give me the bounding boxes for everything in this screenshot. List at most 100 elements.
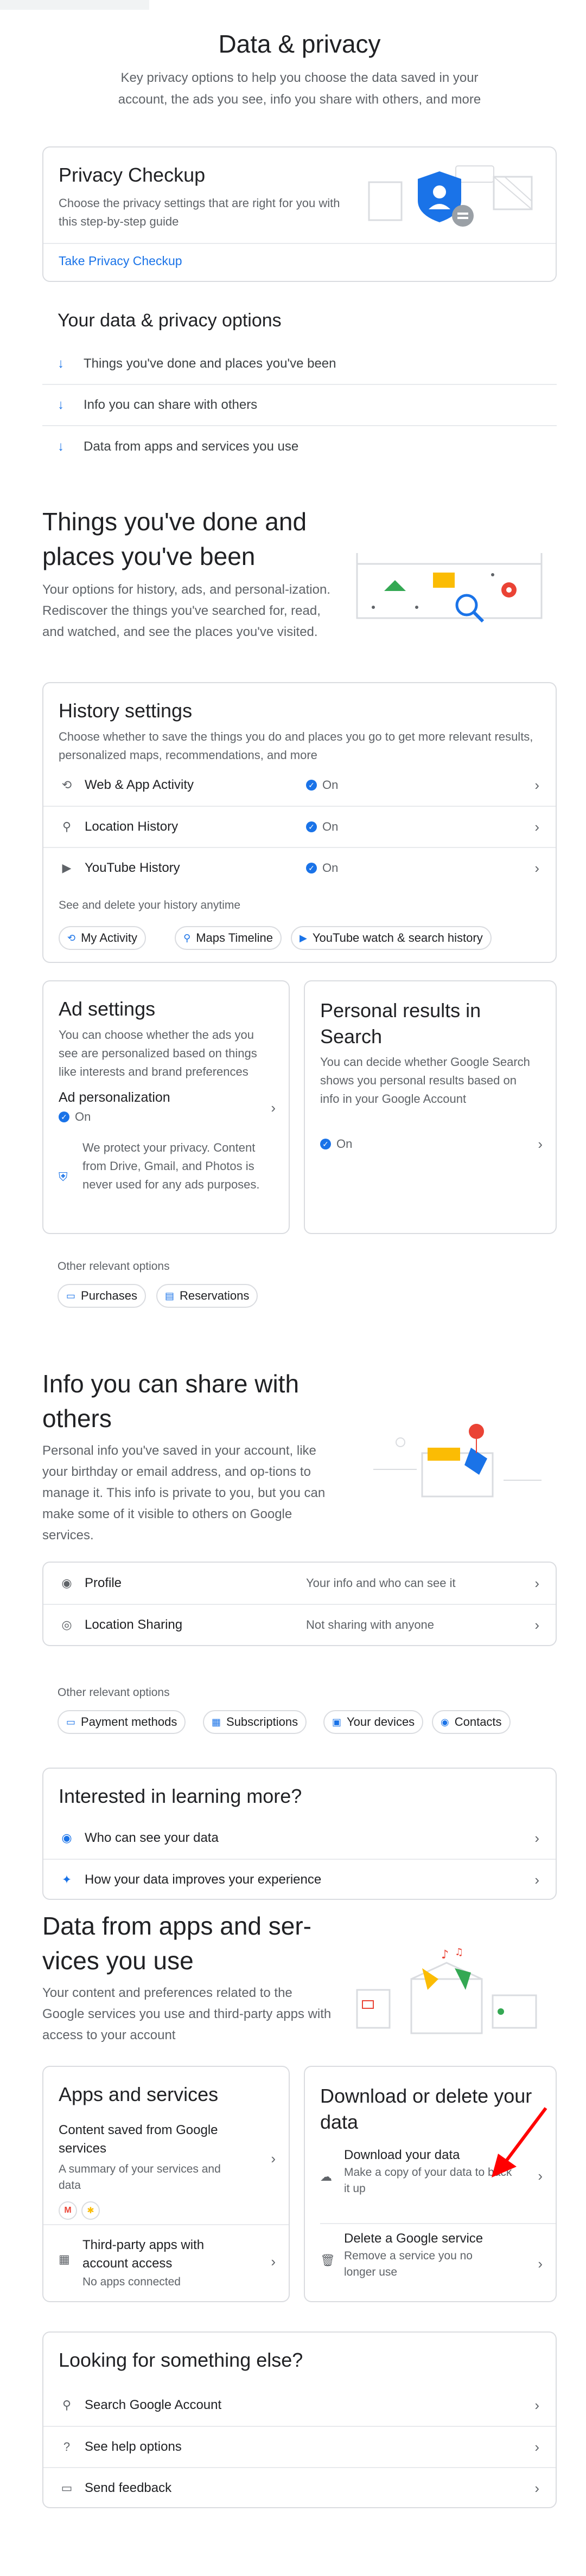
subscriptions-icon: ▦ bbox=[212, 1716, 221, 1727]
personal-results-card: Personal results in Search You can decid… bbox=[304, 980, 557, 1234]
ad-settings-title: Ad settings bbox=[59, 998, 156, 1020]
youtube-history-chip[interactable]: ▶ YouTube watch & search history bbox=[291, 926, 492, 950]
youtube-icon: ▶ bbox=[62, 861, 72, 875]
chevron-right-icon: › bbox=[534, 1829, 539, 1846]
ad-personalization-row[interactable]: Ad personalization ✓ On › bbox=[59, 1090, 276, 1128]
looking-item-label: See help options bbox=[85, 2439, 182, 2454]
info-section-description: Personal info you've saved in your accou… bbox=[42, 1443, 326, 1543]
profile-icon: ◉ bbox=[61, 1576, 72, 1590]
subscriptions-chip[interactable]: ▦ Subscriptions bbox=[203, 1710, 307, 1734]
check-icon: ✓ bbox=[320, 1139, 331, 1149]
chip-label: YouTube watch & search history bbox=[312, 931, 483, 945]
things-section-title: Things you've done and places you've bee… bbox=[42, 504, 346, 574]
maps-timeline-chip[interactable]: ⚲ Maps Timeline bbox=[175, 926, 282, 950]
search-account-row[interactable]: ⚲ Search Google Account › bbox=[43, 2385, 556, 2426]
ad-settings-card: Ad settings You can choose whether the a… bbox=[42, 980, 290, 1234]
things-section-description: Your options for history, ads, and perso… bbox=[42, 582, 330, 639]
profile-row[interactable]: ◉ Profile Your info and who can see it › bbox=[43, 1563, 556, 1604]
map-pin-icon: ⚲ bbox=[183, 932, 191, 943]
ad-privacy-note-text: We protect your privacy. Content from Dr… bbox=[82, 1141, 260, 1191]
apps-services-divider bbox=[43, 2224, 289, 2225]
location-sharing-row[interactable]: ◎ Location Sharing Not sharing with anyo… bbox=[43, 1604, 556, 1645]
apps-section-title: Data from apps and ser- vices you use bbox=[42, 1909, 346, 1978]
contacts-chip[interactable]: ◉ Contacts bbox=[432, 1710, 511, 1734]
info-section-title: Info you can share with others bbox=[42, 1366, 346, 1436]
chevron-right-icon: › bbox=[538, 2256, 543, 2272]
your-devices-chip[interactable]: ▣ Your devices bbox=[323, 1710, 424, 1734]
history-row-label: YouTube History bbox=[85, 860, 180, 875]
check-icon: ✓ bbox=[59, 1112, 69, 1122]
privacy-checkup-illustration bbox=[358, 155, 537, 236]
chevron-right-icon: › bbox=[534, 818, 539, 835]
option-things-done[interactable]: ↓ Things you've done and places you've b… bbox=[42, 344, 557, 385]
ad-settings-description: You can choose whether the ads you see a… bbox=[59, 1028, 257, 1078]
option-info-share[interactable]: ↓ Info you can share with others bbox=[42, 385, 557, 426]
option-label: Things you've done and places you've bee… bbox=[84, 356, 336, 371]
apps-grid-icon: ▦ bbox=[59, 2252, 70, 2266]
eye-icon: ◉ bbox=[61, 1831, 72, 1845]
chevron-right-icon: › bbox=[534, 2397, 539, 2413]
things-title-line1: Things you've done and bbox=[42, 508, 307, 536]
chip-label: Contacts bbox=[454, 1715, 502, 1729]
chevron-right-icon: › bbox=[534, 1575, 539, 1591]
top-bar bbox=[0, 0, 149, 10]
chip-label: Payment methods bbox=[81, 1715, 177, 1729]
contacts-icon: ◉ bbox=[441, 1716, 449, 1727]
annotation-arrow-icon bbox=[486, 2105, 551, 2181]
chevron-right-icon: › bbox=[534, 2479, 539, 2496]
sparkle-icon: ✦ bbox=[61, 1873, 72, 1886]
privacy-checkup-divider bbox=[43, 243, 556, 244]
history-row-status: ✓ On bbox=[306, 778, 338, 792]
reservations-icon: ▤ bbox=[165, 1290, 175, 1301]
option-label: Data from apps and services you use bbox=[84, 439, 299, 454]
my-activity-chip[interactable]: ⟲ My Activity bbox=[59, 926, 146, 950]
see-delete-history-text: See and delete your history anytime bbox=[59, 899, 241, 911]
help-options-row[interactable]: ? See help options › bbox=[43, 2426, 556, 2467]
cloud-download-icon: ☁ bbox=[320, 2170, 332, 2183]
take-privacy-checkup-link[interactable]: Take Privacy Checkup bbox=[59, 254, 182, 268]
option-data-apps[interactable]: ↓ Data from apps and services you use bbox=[42, 426, 557, 467]
download-delete-card: Download or delete your data ☁ Download … bbox=[304, 2066, 557, 2302]
history-row-location[interactable]: ⚲ Location History ✓ On › bbox=[43, 806, 556, 847]
page-title: Data & privacy bbox=[218, 30, 381, 58]
history-row-status: ✓ On bbox=[306, 861, 338, 875]
download-delete-divider bbox=[320, 2223, 556, 2224]
service-icons: M ✱ bbox=[59, 2201, 276, 2220]
reservations-chip[interactable]: ▤ Reservations bbox=[156, 1284, 258, 1308]
content-saved-row[interactable]: Content saved from Google services A sum… bbox=[59, 2121, 276, 2220]
history-row-web-app[interactable]: ⟲ Web & App Activity ✓ On › bbox=[43, 765, 556, 806]
ad-privacy-note: ⛨ We protect your privacy. Content from … bbox=[59, 1139, 276, 1194]
other-options-label-2: Other relevant options bbox=[58, 1686, 170, 1699]
chip-label: Purchases bbox=[81, 1289, 137, 1302]
send-feedback-row[interactable]: ▭ Send feedback › bbox=[43, 2467, 556, 2508]
content-saved-description: A summary of your services and data bbox=[59, 2163, 221, 2192]
apps-title-line2: vices you use bbox=[42, 1947, 194, 1975]
shield-icon: ⛨ bbox=[59, 1170, 68, 1184]
history-row-label: Web & App Activity bbox=[85, 778, 194, 792]
privacy-checkup-description: Choose the privacy settings that are rig… bbox=[59, 196, 340, 228]
info-illustration bbox=[368, 1415, 547, 1502]
arrow-down-icon: ↓ bbox=[58, 356, 64, 371]
search-icon: ⚲ bbox=[62, 2398, 72, 2412]
history-row-youtube[interactable]: ▶ YouTube History ✓ On › bbox=[43, 847, 556, 888]
apps-illustration: ♪ ♫ bbox=[346, 1947, 547, 2039]
purchases-chip[interactable]: ▭ Purchases bbox=[58, 1284, 146, 1308]
apps-services-card: Apps and services Content saved from Goo… bbox=[42, 2066, 290, 2302]
ad-personalization-status: ✓ On bbox=[59, 1110, 276, 1124]
payment-methods-chip[interactable]: ▭ Payment methods bbox=[58, 1710, 186, 1734]
personal-results-row[interactable]: ✓ On › bbox=[320, 1133, 543, 1155]
info-title-line1: Info you can share with bbox=[42, 1370, 300, 1398]
activity-icon: ⟲ bbox=[67, 932, 76, 943]
data-improves-row[interactable]: ✦ How your data improves your experience… bbox=[43, 1859, 556, 1900]
delete-service-row[interactable]: 🗑 Delete a Google service Remove a servi… bbox=[320, 2230, 543, 2300]
chip-label: Your devices bbox=[347, 1715, 415, 1729]
history-settings-title: History settings bbox=[59, 699, 193, 722]
who-can-see-row[interactable]: ◉ Who can see your data › bbox=[43, 1817, 556, 1859]
chip-label: Reservations bbox=[180, 1289, 250, 1302]
chevron-right-icon: › bbox=[538, 1135, 543, 1152]
profile-label: Profile bbox=[85, 1576, 122, 1590]
third-party-apps-row[interactable]: ▦ Third-party apps with account access N… bbox=[59, 2236, 276, 2296]
things-title-line2: places you've been bbox=[42, 542, 256, 570]
delete-service-description: Remove a service you no longer use bbox=[344, 2250, 473, 2278]
help-icon: ? bbox=[63, 2440, 71, 2453]
